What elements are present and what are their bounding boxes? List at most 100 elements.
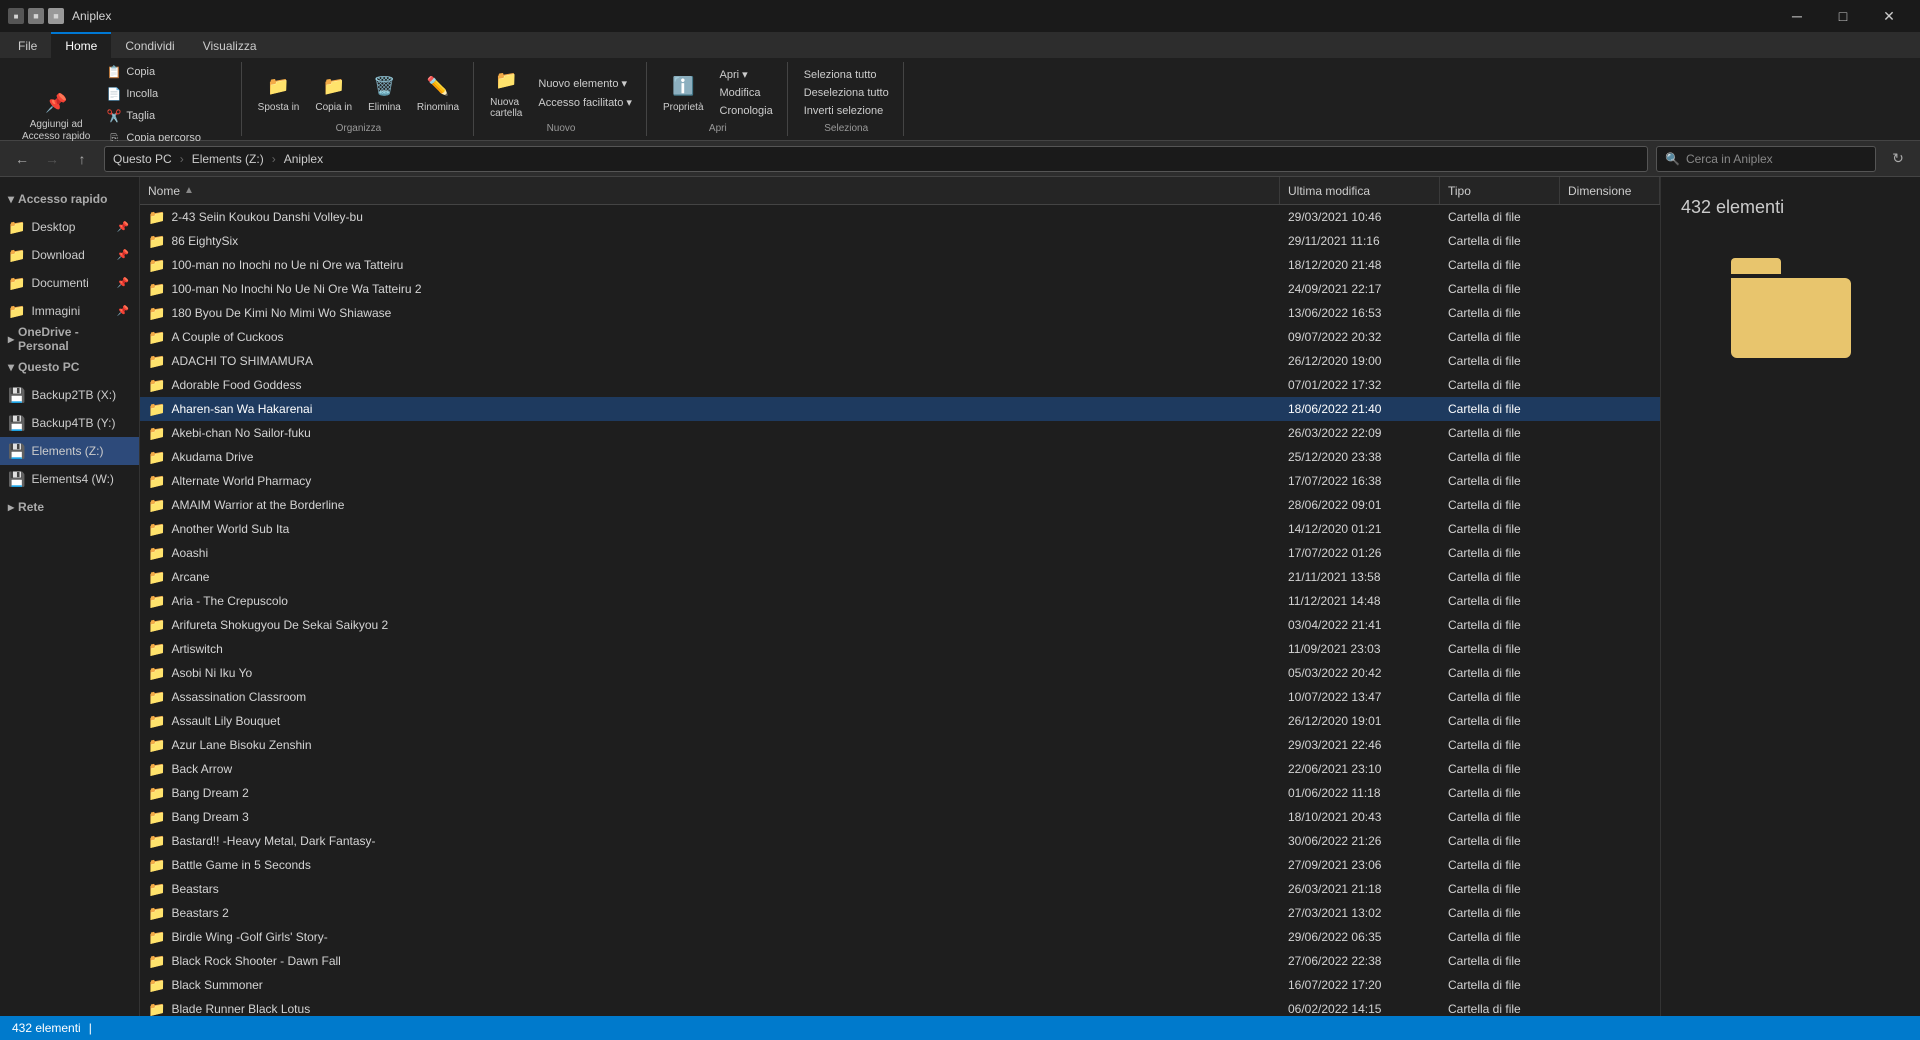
sidebar-item-documenti[interactable]: 📁 Documenti 📌 — [0, 269, 139, 297]
table-row[interactable]: 📁 Aharen-san Wa Hakarenai 18/06/2022 21:… — [140, 397, 1660, 421]
file-date-cell: 24/09/2021 22:17 — [1280, 277, 1440, 301]
sidebar-item-download[interactable]: 📁 Download 📌 — [0, 241, 139, 269]
sidebar-section-accesso-rapido[interactable]: ▾ Accesso rapido — [0, 185, 139, 213]
table-row[interactable]: 📁 Arcane 21/11/2021 13:58 Cartella di fi… — [140, 565, 1660, 589]
col-header-size[interactable]: Dimensione — [1560, 177, 1660, 204]
btn-elimina[interactable]: 🗑️ Elimina — [362, 68, 407, 117]
sidebar-item-elements-z[interactable]: 💾 Elements (Z:) — [0, 437, 139, 465]
btn-nuovo-elemento[interactable]: Nuovo elemento ▾ — [532, 75, 638, 92]
properties-icon: ℹ️ — [669, 72, 697, 100]
table-row[interactable]: 📁 A Couple of Cuckoos 09/07/2022 20:32 C… — [140, 325, 1660, 349]
file-type-cell: Cartella di file — [1440, 421, 1560, 445]
maximize-button[interactable]: □ — [1820, 0, 1866, 32]
table-row[interactable]: 📁 Aoashi 17/07/2022 01:26 Cartella di fi… — [140, 541, 1660, 565]
new-folder-icon: 📁 — [492, 67, 520, 95]
file-size-cell — [1560, 757, 1660, 781]
sidebar-item-backup2tb[interactable]: 💾 Backup2TB (X:) — [0, 381, 139, 409]
address-path[interactable]: Questo PC › Elements (Z:) › Aniplex — [104, 146, 1648, 172]
file-name-cell: 📁 Birdie Wing -Golf Girls' Story- — [140, 925, 1280, 949]
btn-cronologia[interactable]: Cronologia — [714, 103, 779, 119]
sidebar-section-rete[interactable]: ▸ Rete — [0, 493, 139, 521]
btn-sposta-in[interactable]: 📁 Sposta in — [252, 68, 306, 117]
back-button[interactable]: ← — [8, 145, 36, 173]
file-name-text: Aharen-san Wa Hakarenai — [171, 402, 312, 416]
table-row[interactable]: 📁 Bastard!! -Heavy Metal, Dark Fantasy- … — [140, 829, 1660, 853]
file-date-cell: 11/12/2021 14:48 — [1280, 589, 1440, 613]
file-type-cell: Cartella di file — [1440, 709, 1560, 733]
sidebar-section-questo-pc[interactable]: ▾ Questo PC — [0, 353, 139, 381]
table-row[interactable]: 📁 Beastars 2 27/03/2021 13:02 Cartella d… — [140, 901, 1660, 925]
table-row[interactable]: 📁 Back Arrow 22/06/2021 23:10 Cartella d… — [140, 757, 1660, 781]
sidebar-section-onedrive[interactable]: ▸ OneDrive - Personal — [0, 325, 139, 353]
table-row[interactable]: 📁 Azur Lane Bisoku Zenshin 29/03/2021 22… — [140, 733, 1660, 757]
btn-apri[interactable]: Apri ▾ — [714, 66, 779, 83]
file-date-cell: 17/07/2022 01:26 — [1280, 541, 1440, 565]
btn-copia[interactable]: 📋 Copia — [100, 62, 232, 82]
table-row[interactable]: 📁 Black Rock Shooter - Dawn Fall 27/06/2… — [140, 949, 1660, 973]
file-type-cell: Cartella di file — [1440, 925, 1560, 949]
search-box[interactable]: 🔍 Cerca in Aniplex — [1656, 146, 1876, 172]
col-header-date[interactable]: Ultima modifica — [1280, 177, 1440, 204]
table-row[interactable]: 📁 Black Summoner 16/07/2022 17:20 Cartel… — [140, 973, 1660, 997]
sidebar-item-immagini[interactable]: 📁 Immagini 📌 — [0, 297, 139, 325]
table-row[interactable]: 📁 Adorable Food Goddess 07/01/2022 17:32… — [140, 373, 1660, 397]
sidebar-item-backup4tb[interactable]: 💾 Backup4TB (Y:) — [0, 409, 139, 437]
tab-home[interactable]: Home — [51, 32, 111, 58]
tab-file[interactable]: File — [4, 32, 51, 58]
tab-condividi[interactable]: Condividi — [111, 32, 188, 58]
table-row[interactable]: 📁 86 EightySix 29/11/2021 11:16 Cartella… — [140, 229, 1660, 253]
table-row[interactable]: 📁 Alternate World Pharmacy 17/07/2022 16… — [140, 469, 1660, 493]
table-row[interactable]: 📁 ADACHI TO SHIMAMURA 26/12/2020 19:00 C… — [140, 349, 1660, 373]
btn-inverti-selezione[interactable]: Inverti selezione — [798, 103, 895, 119]
file-size-cell — [1560, 613, 1660, 637]
sidebar-item-desktop[interactable]: 📁 Desktop 📌 — [0, 213, 139, 241]
file-size-cell — [1560, 205, 1660, 229]
file-date-cell: 03/04/2022 21:41 — [1280, 613, 1440, 637]
table-row[interactable]: 📁 Artiswitch 11/09/2021 23:03 Cartella d… — [140, 637, 1660, 661]
btn-rinomina[interactable]: ✏️ Rinomina — [411, 68, 465, 117]
table-row[interactable]: 📁 Akebi-chan No Sailor-fuku 26/03/2022 2… — [140, 421, 1660, 445]
table-row[interactable]: 📁 Blade Runner Black Lotus 06/02/2022 14… — [140, 997, 1660, 1016]
btn-taglia[interactable]: ✂️ Taglia — [100, 106, 232, 126]
refresh-button[interactable]: ↻ — [1884, 145, 1912, 173]
btn-copia-in[interactable]: 📁 Copia in — [309, 68, 358, 117]
table-row[interactable]: 📁 Asobi Ni Iku Yo 05/03/2022 20:42 Carte… — [140, 661, 1660, 685]
up-button[interactable]: ↑ — [68, 145, 96, 173]
table-row[interactable]: 📁 Battle Game in 5 Seconds 27/09/2021 23… — [140, 853, 1660, 877]
sidebar-item-elements4-w[interactable]: 💾 Elements4 (W:) — [0, 465, 139, 493]
table-row[interactable]: 📁 Arifureta Shokugyou De Sekai Saikyou 2… — [140, 613, 1660, 637]
btn-modifica[interactable]: Modifica — [714, 85, 779, 101]
col-header-name[interactable]: Nome ▲ — [140, 177, 1280, 204]
minimize-button[interactable]: ─ — [1774, 0, 1820, 32]
table-row[interactable]: 📁 100-man No Inochi No Ue Ni Ore Wa Tatt… — [140, 277, 1660, 301]
file-name-text: Arifureta Shokugyou De Sekai Saikyou 2 — [171, 618, 388, 632]
forward-button[interactable]: → — [38, 145, 66, 173]
table-row[interactable]: 📁 Another World Sub Ita 14/12/2020 01:21… — [140, 517, 1660, 541]
table-row[interactable]: 📁 Beastars 26/03/2021 21:18 Cartella di … — [140, 877, 1660, 901]
btn-deseleziona-tutto[interactable]: Deseleziona tutto — [798, 85, 895, 101]
table-row[interactable]: 📁 2-43 Seiin Koukou Danshi Volley-bu 29/… — [140, 205, 1660, 229]
rename-icon: ✏️ — [424, 72, 452, 100]
table-row[interactable]: 📁 Aria - The Crepuscolo 11/12/2021 14:48… — [140, 589, 1660, 613]
table-row[interactable]: 📁 AMAIM Warrior at the Borderline 28/06/… — [140, 493, 1660, 517]
btn-seleziona-tutto[interactable]: Seleziona tutto — [798, 67, 895, 83]
table-row[interactable]: 📁 Akudama Drive 25/12/2020 23:38 Cartell… — [140, 445, 1660, 469]
btn-incolla[interactable]: 📄 Incolla — [100, 84, 232, 104]
btn-accesso-facilitato[interactable]: Accesso facilitato ▾ — [532, 94, 638, 111]
table-row[interactable]: 📁 Bang Dream 2 01/06/2022 11:18 Cartella… — [140, 781, 1660, 805]
file-name-cell: 📁 Alternate World Pharmacy — [140, 469, 1280, 493]
file-size-cell — [1560, 901, 1660, 925]
tab-visualizza[interactable]: Visualizza — [189, 32, 271, 58]
table-row[interactable]: 📁 Assassination Classroom 10/07/2022 13:… — [140, 685, 1660, 709]
table-row[interactable]: 📁 Assault Lily Bouquet 26/12/2020 19:01 … — [140, 709, 1660, 733]
file-size-cell — [1560, 997, 1660, 1016]
col-header-type[interactable]: Tipo — [1440, 177, 1560, 204]
table-row[interactable]: 📁 100-man no Inochi no Ue ni Ore wa Tatt… — [140, 253, 1660, 277]
btn-nuova-cartella[interactable]: 📁 Nuovacartella — [484, 63, 528, 123]
btn-add-quick-access[interactable]: 📌 Aggiungi adAccesso rapido — [16, 85, 96, 147]
close-button[interactable]: ✕ — [1866, 0, 1912, 32]
table-row[interactable]: 📁 Bang Dream 3 18/10/2021 20:43 Cartella… — [140, 805, 1660, 829]
btn-proprieta[interactable]: ℹ️ Proprietà — [657, 68, 710, 117]
table-row[interactable]: 📁 Birdie Wing -Golf Girls' Story- 29/06/… — [140, 925, 1660, 949]
table-row[interactable]: 📁 180 Byou De Kimi No Mimi Wo Shiawase 1… — [140, 301, 1660, 325]
